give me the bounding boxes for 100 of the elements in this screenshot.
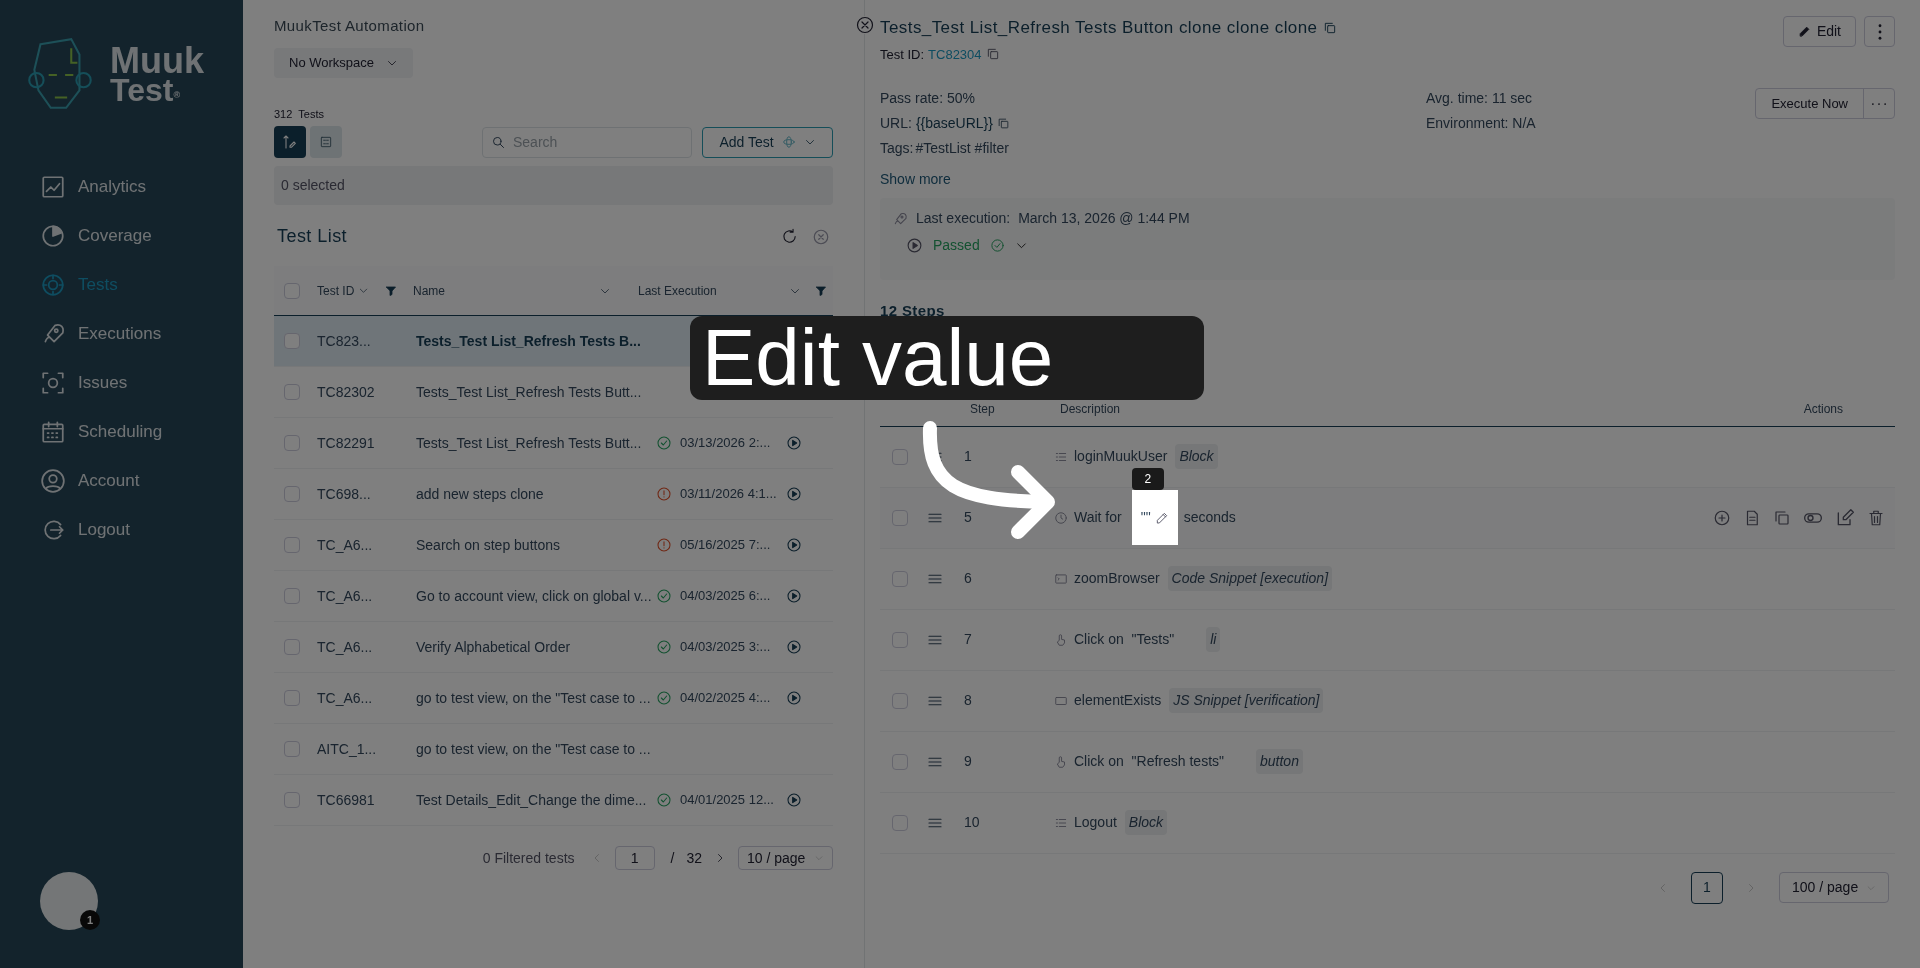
checkbox[interactable]: [284, 333, 300, 349]
edit-button[interactable]: Edit: [1782, 16, 1856, 47]
test-count-label: Tests: [298, 106, 325, 122]
test-row[interactable]: TC82291 Tests_Test List_Refresh Tests Butt... 03/13/2026 2:...: [274, 418, 833, 469]
view-toggle-button[interactable]: [274, 126, 306, 158]
pass-rate: Pass rate: 50%: [880, 89, 976, 108]
page-size-dropdown[interactable]: 10 / page: [738, 846, 833, 870]
test-id: TC66981: [317, 790, 376, 810]
edit-icon[interactable]: [1835, 507, 1855, 528]
add-test-button[interactable]: Add Test: [702, 126, 833, 158]
test-name: Test Details_Edit_Change the dime...: [416, 790, 648, 810]
test-row[interactable]: TC_A6... Search on step buttons 05/16/2025 7:...: [274, 520, 833, 571]
checkbox[interactable]: [284, 384, 300, 400]
page-separator: /: [670, 848, 675, 868]
page-input[interactable]: 1: [614, 846, 655, 870]
play-icon[interactable]: [786, 690, 802, 706]
play-icon[interactable]: [786, 588, 802, 604]
checkbox[interactable]: [284, 690, 300, 706]
user-icon: [40, 467, 66, 494]
checkbox[interactable]: [284, 282, 300, 299]
nav-item[interactable]: Account: [40, 464, 203, 497]
test-id: TC82291: [317, 433, 376, 453]
checkbox[interactable]: [284, 741, 300, 757]
workspace-dropdown[interactable]: No Workspace: [274, 47, 413, 78]
test-id: TC698...: [317, 484, 372, 504]
checkbox[interactable]: [284, 486, 300, 502]
page-number[interactable]: 1: [1691, 871, 1723, 904]
column-header[interactable]: Test ID: [317, 281, 355, 300]
test-row[interactable]: AITC_1... go to test view, on the "Test case to ...: [274, 724, 833, 775]
checkbox[interactable]: [892, 753, 908, 770]
play-icon[interactable]: [786, 792, 802, 808]
list-edit-icon: [282, 134, 298, 150]
checkbox[interactable]: [892, 692, 908, 709]
more-options-button[interactable]: [1864, 16, 1895, 47]
checkbox[interactable]: [284, 792, 300, 808]
checkbox[interactable]: [892, 448, 908, 465]
play-icon[interactable]: [906, 237, 923, 254]
checkbox[interactable]: [892, 509, 908, 526]
nav-item[interactable]: Analytics: [40, 170, 203, 203]
registered-mark: ®: [173, 92, 181, 100]
last-execution-date: 04/03/2025 3:...: [680, 638, 772, 657]
play-icon[interactable]: [786, 435, 802, 451]
refresh-icon[interactable]: [781, 228, 798, 245]
add-icon[interactable]: [1713, 508, 1731, 527]
view-toggle-button[interactable]: [310, 126, 342, 158]
value-field[interactable]: "": [1131, 490, 1178, 545]
test-id-link[interactable]: TC82304: [928, 44, 982, 64]
column-header: Actions: [1803, 401, 1843, 418]
step-tag: Block: [1124, 810, 1168, 835]
environment: Environment: N/A: [1426, 114, 1536, 133]
step-number: 6: [964, 569, 973, 588]
last-execution-date: 04/01/2025 12...: [680, 791, 775, 810]
nav-item[interactable]: Issues: [40, 366, 203, 399]
step-number: 7: [964, 630, 973, 649]
step-number: 9: [964, 752, 973, 771]
step-number: 8: [964, 691, 973, 710]
checkbox[interactable]: [892, 570, 908, 587]
show-more-link[interactable]: Show more: [880, 169, 1426, 190]
clear-icon[interactable]: [812, 227, 830, 246]
tooltip: 2: [1131, 468, 1164, 490]
copy-icon[interactable]: [1323, 20, 1338, 35]
result-status: Passed: [933, 236, 980, 255]
copy-icon[interactable]: [997, 117, 1010, 130]
test-name: go to test view, on the "Test case to ...: [416, 739, 652, 759]
checkbox[interactable]: [284, 435, 300, 451]
test-row[interactable]: TC_A6... go to test view, on the "Test case to ... 04/02/2025 4:...: [274, 673, 833, 724]
play-icon[interactable]: [786, 486, 802, 502]
copy-icon[interactable]: [1773, 508, 1791, 527]
filter-icon[interactable]: [815, 284, 827, 297]
checkbox[interactable]: [892, 814, 908, 831]
column-header[interactable]: Name: [413, 281, 445, 300]
nav-item[interactable]: Executions: [40, 317, 203, 350]
nav-item[interactable]: Logout: [40, 513, 203, 546]
step-tag: button: [1256, 749, 1303, 774]
nav-item[interactable]: Scheduling: [40, 415, 203, 448]
play-icon[interactable]: [786, 537, 802, 553]
nav-item[interactable]: Coverage: [40, 219, 203, 252]
test-id: TC_A6...: [317, 688, 374, 708]
checkbox[interactable]: [892, 631, 908, 648]
step-description: elementExists: [1074, 691, 1162, 710]
checkbox[interactable]: [284, 639, 300, 655]
delete-icon[interactable]: [1867, 508, 1885, 527]
test-row[interactable]: TC_A6... Verify Alphabetical Order 04/03/2025 3:...: [274, 622, 833, 673]
passed-icon: [656, 435, 672, 451]
test-row[interactable]: TC66981 Test Details_Edit_Change the dime... 04/01/2025 12...: [274, 775, 833, 826]
play-icon[interactable]: [786, 639, 802, 655]
calendar-icon: [40, 418, 66, 445]
page-size-dropdown[interactable]: 100 / page: [1779, 872, 1889, 903]
avatar[interactable]: [40, 872, 98, 930]
copy-icon[interactable]: [985, 47, 1000, 62]
filter-icon[interactable]: [385, 284, 398, 297]
checkbox[interactable]: [284, 537, 300, 553]
column-header[interactable]: Last Execution: [638, 281, 717, 300]
checkbox[interactable]: [284, 588, 300, 604]
list-title: Test List: [277, 225, 348, 248]
test-row[interactable]: TC_A6... Go to account view, click on global v... 04/03/2025 6:...: [274, 571, 833, 622]
test-id: TC_A6...: [317, 586, 374, 606]
test-row[interactable]: TC698... add new steps clone 03/11/2026 4:1...: [274, 469, 833, 520]
close-icon[interactable]: [856, 16, 874, 34]
average-time: Avg. time: 11 sec: [1426, 89, 1534, 108]
